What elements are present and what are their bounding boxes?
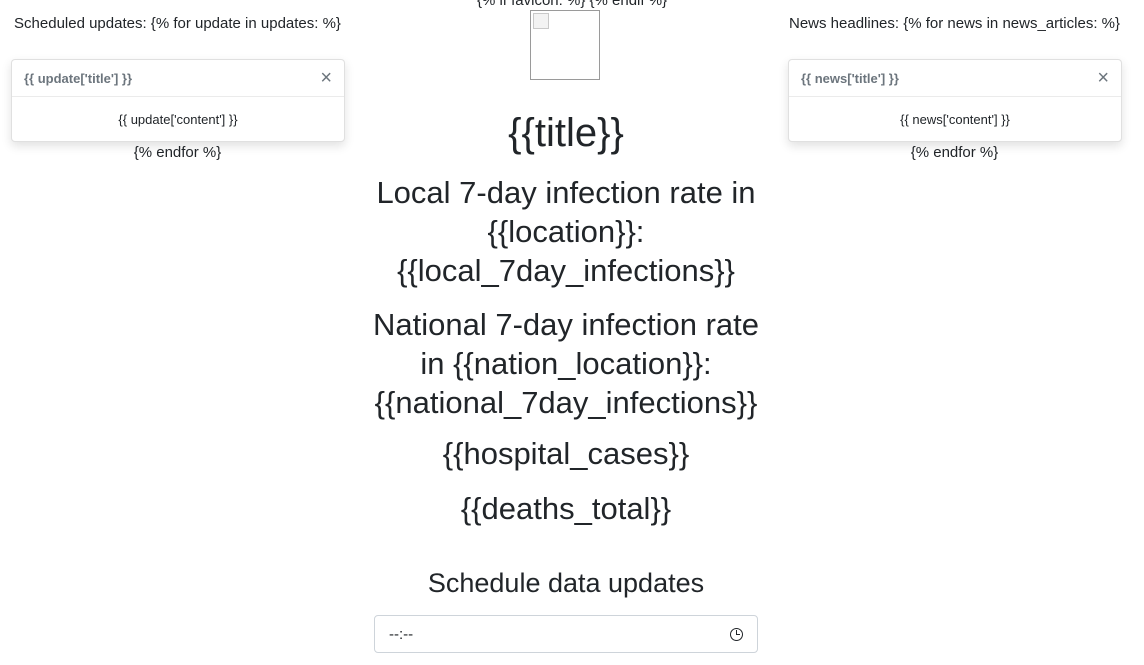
news-toast-title: {{ news['title'] }} — [801, 70, 899, 86]
news-toast-body: {{ news['content'] }} — [900, 112, 1010, 127]
update-toast-body: {{ update['content'] }} — [118, 112, 238, 127]
update-toast-header: {{ update['title'] }} × — [12, 60, 344, 97]
news-endfor-text: {% endfor %} — [910, 144, 999, 161]
updates-endfor-text: {% endfor %} — [133, 144, 222, 161]
page-title: {{title}} — [508, 111, 624, 155]
news-toast: {{ news['title'] }} × {{ news['content']… — [788, 59, 1122, 142]
schedule-time-input[interactable]: --:-- — [374, 615, 758, 653]
news-toast-header: {{ news['title'] }} × — [789, 60, 1121, 97]
schedule-heading: Schedule data updates — [427, 568, 705, 598]
close-icon[interactable]: × — [320, 68, 332, 88]
time-input-value: --:-- — [389, 625, 414, 643]
national-infection-rate: National 7-day infection rate in {{natio… — [372, 307, 759, 420]
local-infection-rate: Local 7-day infection rate in {{location… — [376, 175, 756, 288]
scheduled-updates-heading: Scheduled updates: {% for update in upda… — [14, 15, 341, 32]
close-icon[interactable]: × — [1097, 68, 1109, 88]
broken-image-icon — [533, 13, 549, 29]
clock-icon[interactable] — [730, 627, 743, 641]
deaths-total: {{deaths_total}} — [460, 491, 672, 526]
favicon-image — [530, 10, 600, 80]
update-toast-title: {{ update['title'] }} — [24, 70, 133, 86]
hospital-cases: {{hospital_cases}} — [442, 436, 690, 471]
update-toast: {{ update['title'] }} × {{ update['conte… — [11, 59, 345, 142]
news-headlines-heading: News headlines: {% for news in news_arti… — [789, 15, 1120, 32]
favicon-template-text: {% if favicon: %} {% endif %} — [476, 0, 668, 9]
